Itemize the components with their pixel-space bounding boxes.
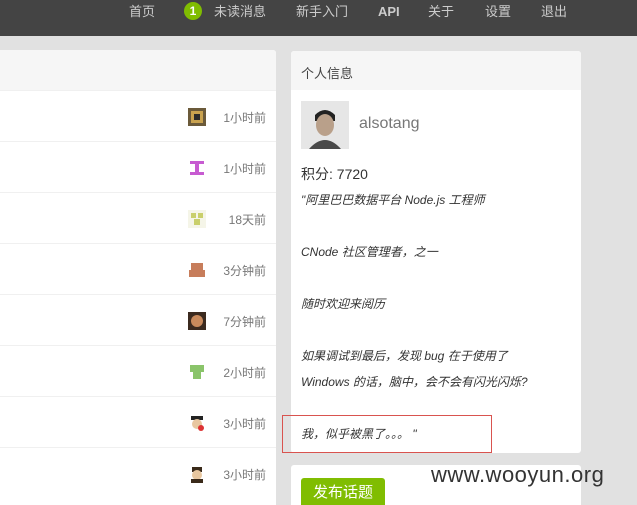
profile-avatar[interactable] (301, 101, 349, 149)
avatar-7-icon[interactable] (188, 414, 206, 432)
topic-row[interactable]: 3分钟前 (0, 243, 276, 294)
unread-count-badge: 1 (184, 2, 202, 20)
profile-header: 个人信息 (291, 51, 581, 90)
nav-api-link[interactable]: API (378, 0, 400, 24)
topic-time: 1小时前 (223, 111, 266, 125)
avatar-3-icon[interactable] (188, 210, 206, 228)
topic-time: 3小时前 (223, 468, 266, 482)
signature-line: CNode 社区管理者，之一 (301, 245, 438, 259)
topic-list-header (0, 50, 276, 90)
avatar-4-icon[interactable] (188, 261, 206, 279)
signature-line: 随时欢迎来阅历 (301, 297, 386, 311)
topic-row[interactable]: 3小时前 (0, 396, 276, 447)
avatar-5-icon[interactable] (188, 312, 206, 330)
nav-getting-started-link[interactable]: 新手入门 (296, 0, 348, 24)
publish-topic-button[interactable]: 发布话题 (301, 478, 385, 505)
nav-logout-link[interactable]: 退出 (541, 0, 567, 24)
topic-time: 3小时前 (223, 417, 266, 431)
highlight-box (282, 415, 492, 453)
topic-row[interactable]: 18天前 (0, 192, 276, 243)
nav-settings-link[interactable]: 设置 (485, 0, 511, 24)
topic-row[interactable]: 2小时前 (0, 345, 276, 396)
watermark-text: www.wooyun.org (431, 462, 605, 487)
avatar-8-icon[interactable] (188, 465, 206, 483)
nav-unread-link[interactable]: 未读消息 (214, 0, 266, 24)
signature-line: 如果调试到最后，发现 bug 在于使用了 (301, 349, 508, 363)
topic-time: 18天前 (228, 213, 266, 227)
nav-about-link[interactable]: 关于 (428, 0, 454, 24)
profile-username[interactable]: alsotang (359, 115, 420, 133)
topic-row[interactable]: 3小时前 (0, 447, 276, 498)
avatar-1-icon[interactable] (188, 108, 206, 126)
topic-time: 2小时前 (223, 366, 266, 380)
user-photo-icon (301, 101, 349, 149)
topic-row[interactable]: 1小时前 (0, 90, 276, 141)
topic-row[interactable]: 1小时前 (0, 141, 276, 192)
avatar-6-icon[interactable] (188, 363, 206, 381)
topic-row[interactable]: 7分钟前 (0, 294, 276, 345)
topic-time: 3分钟前 (223, 264, 266, 278)
avatar-2-icon[interactable] (188, 159, 206, 177)
topic-time: 1小时前 (223, 162, 266, 176)
signature-line: Windows 的话，脑中，会不会有闪光闪烁? (301, 375, 528, 389)
profile-title: 个人信息 (301, 66, 354, 81)
top-nav: 首页 1 未读消息 新手入门 API 关于 设置 退出 (0, 0, 637, 36)
profile-panel: 个人信息 alsotang 积分: 7720 "阿里巴巴数据平台 Node.js… (291, 51, 581, 453)
topic-time: 7分钟前 (223, 315, 266, 329)
topic-list-panel: 1小时前 1小时前 18天前 3分钟前 7分钟前 2小时前 3小时前 3小时前 (0, 50, 276, 505)
profile-score: 积分: 7720 (301, 166, 368, 182)
signature-line: "阿里巴巴数据平台 Node.js 工程师 (301, 193, 485, 207)
nav-home-link[interactable]: 首页 (129, 0, 155, 24)
